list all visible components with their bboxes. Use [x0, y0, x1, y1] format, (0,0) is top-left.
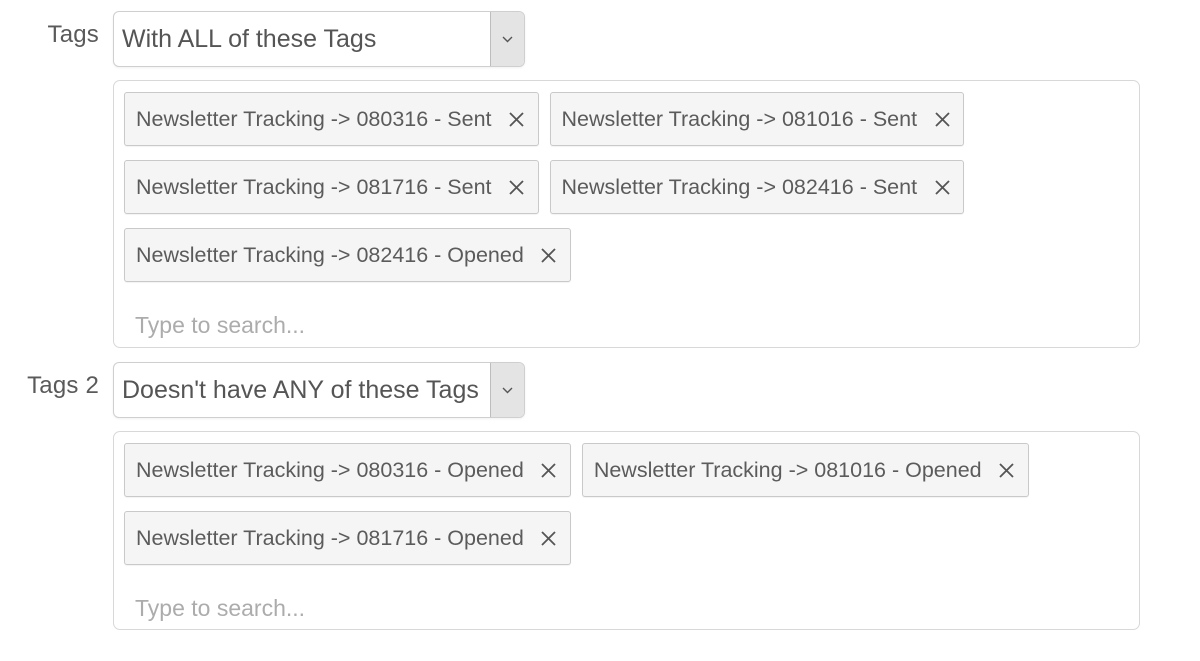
close-icon[interactable] — [506, 108, 528, 130]
selected-tag: Newsletter Tracking -> 081016 - Sent — [549, 92, 965, 146]
tag-label: Newsletter Tracking -> 080316 - Sent — [136, 106, 492, 131]
tags-label: Tags — [47, 21, 99, 48]
tags-2-label: Tags 2 — [27, 372, 99, 399]
tags-search-input[interactable] — [124, 301, 735, 349]
tag-label: Newsletter Tracking -> 081716 - Sent — [136, 174, 492, 199]
tag-label: Newsletter Tracking -> 081716 - Opened — [136, 525, 524, 550]
tags-selected-list: Newsletter Tracking -> 080316 - Sent New… — [124, 92, 1129, 296]
tag-label: Newsletter Tracking -> 081016 - Opened — [593, 457, 982, 482]
chevron-down-icon[interactable] — [490, 363, 524, 417]
selected-tag: Newsletter Tracking -> 081716 - Sent — [124, 160, 539, 214]
close-icon[interactable] — [538, 459, 560, 481]
tags-2-multiselect[interactable]: Newsletter Tracking -> 080316 - Opened N… — [113, 431, 1140, 632]
tag-label: Newsletter Tracking -> 082416 - Sent — [561, 174, 918, 199]
close-icon[interactable] — [506, 176, 528, 198]
tags-2-condition-value: Doesn't have ANY of these Tags — [122, 376, 479, 404]
selected-tag: Newsletter Tracking -> 082416 - Sent — [549, 160, 965, 214]
close-icon[interactable] — [931, 176, 953, 198]
selected-tag: Newsletter Tracking -> 080316 - Opened — [124, 443, 571, 497]
tags-condition-select[interactable]: With ALL of these Tags — [113, 11, 525, 67]
tags-condition-value: With ALL of these Tags — [122, 25, 377, 53]
tags-2-search-input[interactable] — [124, 584, 735, 632]
tags-2-condition-select[interactable]: Doesn't have ANY of these Tags — [113, 362, 525, 418]
close-icon[interactable] — [996, 459, 1018, 481]
tags-2-selected-list: Newsletter Tracking -> 080316 - Opened N… — [124, 443, 1129, 579]
selected-tag: Newsletter Tracking -> 080316 - Sent — [124, 92, 539, 146]
close-icon[interactable] — [538, 244, 560, 266]
close-icon[interactable] — [931, 108, 953, 130]
close-icon[interactable] — [538, 527, 560, 549]
tag-label: Newsletter Tracking -> 081016 - Sent — [561, 106, 918, 131]
selected-tag: Newsletter Tracking -> 081016 - Opened — [581, 443, 1029, 497]
tag-label: Newsletter Tracking -> 080316 - Opened — [136, 457, 524, 482]
tags-multiselect[interactable]: Newsletter Tracking -> 080316 - Sent New… — [113, 80, 1140, 349]
tag-label: Newsletter Tracking -> 082416 - Opened — [136, 242, 524, 267]
chevron-down-icon[interactable] — [490, 12, 524, 66]
selected-tag: Newsletter Tracking -> 081716 - Opened — [124, 511, 571, 565]
selected-tag: Newsletter Tracking -> 082416 - Opened — [124, 228, 571, 282]
